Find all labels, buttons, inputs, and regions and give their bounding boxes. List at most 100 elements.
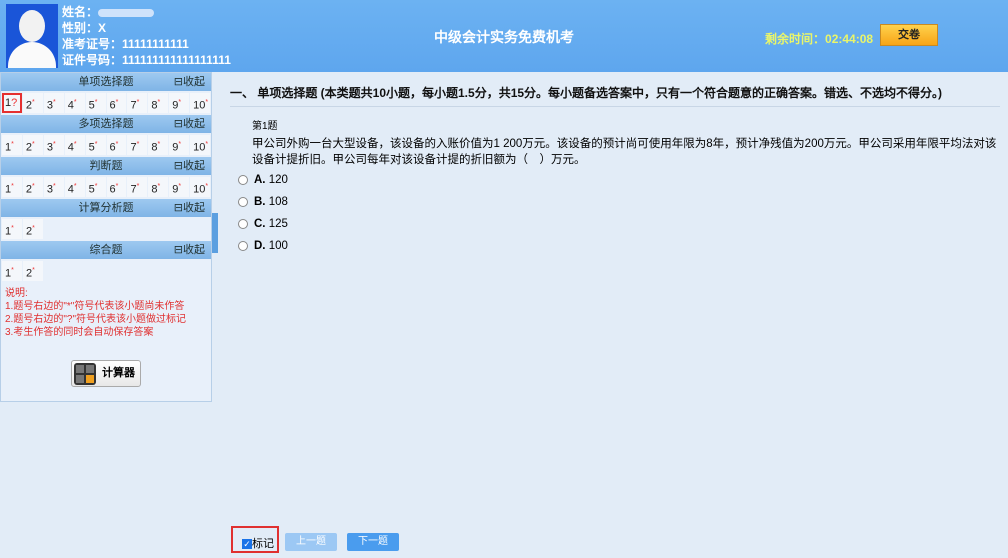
note: 2.题号右边的"?"符号代表该小题做过标记 xyxy=(5,314,187,325)
name-blurred xyxy=(98,8,155,17)
next-button[interactable]: 下一题 xyxy=(347,533,399,551)
question-button[interactable]: 4* xyxy=(64,93,85,113)
section-title: 综合题 xyxy=(89,244,123,256)
submit-button[interactable]: 交卷 xyxy=(880,24,938,46)
section-header: 单项选择题 ⊟收起 xyxy=(1,73,211,91)
question-button[interactable]: 2* xyxy=(22,177,43,197)
question-button[interactable]: 3* xyxy=(43,177,64,197)
question-button[interactable]: 3* xyxy=(43,93,64,113)
option-text: 125 xyxy=(268,218,288,230)
time-label: 剩余时间： xyxy=(765,32,826,46)
option-text: 100 xyxy=(268,240,288,252)
question-button[interactable]: 4* xyxy=(64,135,85,155)
mark-checkbox[interactable]: ✓标记 xyxy=(231,526,279,553)
question-panel: 一、 单项选择题 (本类题共10小题，每小题1.5分，共15分。每小题备选答案中… xyxy=(220,72,1008,558)
question-button[interactable]: 8* xyxy=(148,135,169,155)
option-a[interactable]: A. 120 xyxy=(238,174,288,186)
unanswered-indicator: * xyxy=(115,99,119,106)
unanswered-indicator: * xyxy=(11,225,14,232)
question-button[interactable]: 2* xyxy=(23,261,43,281)
question-button[interactable]: 8* xyxy=(148,93,169,113)
section-title: 一、 单项选择题 (本类题共10小题，每小题1.5分，共15分。每小题备选答案中… xyxy=(230,86,943,100)
question-numbers: 1* 2* xyxy=(1,259,211,283)
question-numbers: 1* 2* 3* 4* 5* 6* 7* 8* 9* 10* xyxy=(1,133,211,157)
question-button[interactable]: 6* xyxy=(106,177,127,197)
option-key: C. xyxy=(254,218,266,230)
question-button[interactable]: 5* xyxy=(85,93,106,113)
section-header: 多项选择题 ⊟收起 xyxy=(1,115,211,133)
unanswered-indicator: * xyxy=(157,183,161,190)
unanswered-indicator: * xyxy=(205,99,209,106)
question-number: 第1题 xyxy=(252,121,278,132)
prev-button[interactable]: 上一题 xyxy=(285,533,337,551)
collapse-button[interactable]: ⊟收起 xyxy=(174,73,205,91)
question-button[interactable]: 1* xyxy=(2,177,22,197)
radio-icon[interactable] xyxy=(238,196,248,207)
collapse-button[interactable]: ⊟收起 xyxy=(174,115,205,133)
remaining-time: 剩余时间：02:44:08 xyxy=(765,30,873,47)
calculator-label: 计算器 xyxy=(102,367,135,379)
question-button[interactable]: 6* xyxy=(106,135,127,155)
sidebar-toggle[interactable] xyxy=(212,213,218,253)
unanswered-indicator: * xyxy=(136,141,140,148)
question-button[interactable]: 5* xyxy=(85,135,106,155)
calculator-button[interactable]: 计算器 xyxy=(71,360,141,387)
section-title: 判断题 xyxy=(89,160,123,172)
unanswered-indicator: * xyxy=(94,99,98,106)
question-button[interactable]: 2* xyxy=(22,135,43,155)
question-button[interactable]: 2* xyxy=(23,219,43,239)
question-button[interactable]: 7* xyxy=(127,135,148,155)
option-key: D. xyxy=(254,240,266,252)
unanswered-indicator: * xyxy=(136,183,140,190)
question-navigator: 单项选择题 ⊟收起 1? 2* 3* 4* 5* 6* 7* 8* 9* 10* 多项选择题 ⊟收起 1* 2… xyxy=(0,72,212,402)
option-d[interactable]: D. 100 xyxy=(238,240,288,252)
collapse-button[interactable]: ⊟收起 xyxy=(174,241,205,259)
option-text: 120 xyxy=(268,174,288,186)
question-button[interactable]: 1* xyxy=(2,135,22,155)
question-button[interactable]: 10* xyxy=(190,93,211,113)
header: 姓名： 性别：X 准考证号：11111111111 证件号码：111111111… xyxy=(0,0,1008,72)
question-button[interactable]: 8* xyxy=(148,177,169,197)
radio-icon[interactable] xyxy=(238,174,248,185)
unanswered-indicator: * xyxy=(205,141,209,148)
question-button[interactable]: 3* xyxy=(43,135,64,155)
unanswered-indicator: * xyxy=(115,141,119,148)
section-header: 综合题 ⊟收起 xyxy=(1,241,211,259)
question-button[interactable]: 1* xyxy=(2,261,22,281)
question-button[interactable]: 6* xyxy=(106,93,127,113)
note: 说明: xyxy=(5,288,28,299)
question-button[interactable]: 5* xyxy=(85,177,106,197)
unanswered-indicator: * xyxy=(178,141,182,148)
option-c[interactable]: C. 125 xyxy=(238,218,288,230)
question-button[interactable]: 9* xyxy=(169,177,190,197)
radio-icon[interactable] xyxy=(238,218,248,229)
question-button[interactable]: 10* xyxy=(190,177,211,197)
id-value: 111111111111111111 xyxy=(122,53,231,67)
question-button[interactable]: 9* xyxy=(169,93,190,113)
unanswered-indicator: * xyxy=(32,267,35,274)
id-label: 证件号码： xyxy=(62,53,123,67)
time-value: 02:44:08 xyxy=(825,32,874,46)
option-b[interactable]: B. 108 xyxy=(238,196,288,208)
question-button[interactable]: 1* xyxy=(2,219,22,239)
unanswered-indicator: * xyxy=(32,183,35,190)
question-button[interactable]: 7* xyxy=(127,177,148,197)
unanswered-indicator: * xyxy=(94,141,98,148)
question-button[interactable]: 2* xyxy=(22,93,43,113)
radio-icon[interactable] xyxy=(238,240,248,251)
collapse-button[interactable]: ⊟收起 xyxy=(174,199,205,217)
unanswered-indicator: * xyxy=(11,183,14,190)
question-button[interactable]: 10* xyxy=(190,135,211,155)
question-button[interactable]: 1? xyxy=(2,93,22,113)
section-title: 单项选择题 xyxy=(78,76,134,88)
question-button[interactable]: 4* xyxy=(64,177,85,197)
collapse-button[interactable]: ⊟收起 xyxy=(174,157,205,175)
legend-notes: 说明: 1.题号右边的"*"符号代表该小题尚未作答 2.题号右边的"?"符号代表… xyxy=(1,283,211,343)
question-button[interactable]: 7* xyxy=(127,93,148,113)
section-title: 多项选择题 xyxy=(78,118,134,130)
question-numbers: 1* 2* xyxy=(1,217,211,241)
checkbox-checked-icon: ✓ xyxy=(242,539,252,550)
unanswered-indicator: * xyxy=(52,183,56,190)
question-button[interactable]: 9* xyxy=(169,135,190,155)
unanswered-indicator: * xyxy=(32,225,35,232)
